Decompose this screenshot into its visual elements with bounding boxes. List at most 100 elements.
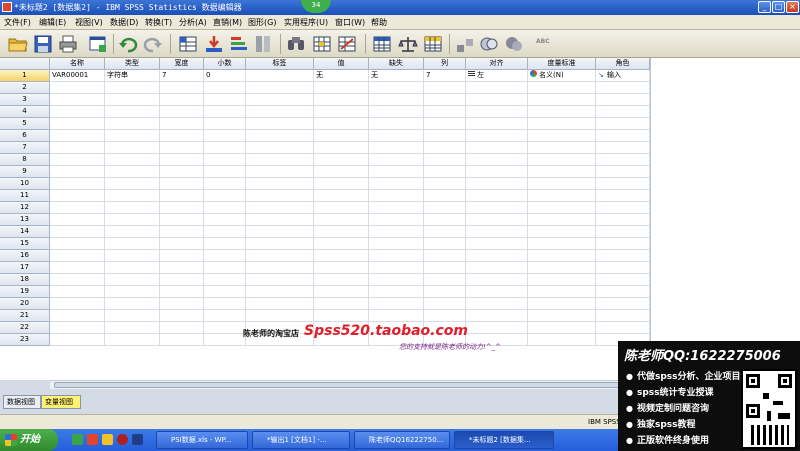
column-header[interactable]: 对齐 — [466, 58, 528, 70]
table-cell[interactable] — [204, 82, 246, 94]
table-cell[interactable] — [50, 130, 105, 142]
table-cell[interactable] — [466, 106, 528, 118]
table-cell[interactable] — [528, 250, 596, 262]
table-cell[interactable] — [314, 106, 369, 118]
table-cell[interactable] — [424, 298, 466, 310]
table-cell[interactable] — [596, 190, 650, 202]
table-cell[interactable] — [528, 82, 596, 94]
table-cell[interactable] — [105, 202, 160, 214]
table-cell[interactable] — [596, 106, 650, 118]
table-cell[interactable] — [528, 310, 596, 322]
table-cell[interactable] — [314, 310, 369, 322]
table-cell[interactable] — [369, 262, 424, 274]
table-cell[interactable] — [50, 154, 105, 166]
quicklaunch-icon[interactable] — [117, 434, 128, 445]
save-icon[interactable] — [33, 34, 53, 54]
table-cell[interactable] — [424, 226, 466, 238]
table-cell[interactable] — [314, 166, 369, 178]
open-folder-icon[interactable] — [8, 34, 28, 54]
table-cell[interactable] — [369, 106, 424, 118]
table-cell[interactable] — [528, 274, 596, 286]
table-cell[interactable] — [105, 250, 160, 262]
table-cell[interactable] — [50, 286, 105, 298]
table-cell[interactable] — [596, 142, 650, 154]
redo-icon[interactable] — [143, 34, 163, 54]
select-cases-icon[interactable] — [423, 34, 443, 54]
data-table-icon[interactable] — [372, 34, 392, 54]
table-cell[interactable] — [246, 118, 314, 130]
table-cell[interactable] — [314, 214, 369, 226]
table-cell[interactable] — [424, 118, 466, 130]
table-cell[interactable] — [424, 286, 466, 298]
tab-data-view[interactable]: 数据视图 — [3, 395, 41, 409]
maximize-button[interactable]: □ — [772, 1, 785, 13]
table-cell[interactable] — [466, 94, 528, 106]
table-cell[interactable] — [246, 202, 314, 214]
menu-file[interactable]: 文件(F) — [4, 17, 31, 28]
table-cell[interactable] — [160, 202, 204, 214]
table-cell[interactable] — [160, 334, 204, 346]
table-cell[interactable] — [466, 250, 528, 262]
table-cell[interactable] — [160, 130, 204, 142]
table-cell[interactable] — [466, 286, 528, 298]
table-cell[interactable] — [160, 82, 204, 94]
table-cell[interactable] — [596, 130, 650, 142]
row-header[interactable]: 7 — [0, 142, 50, 154]
table-cell[interactable] — [369, 130, 424, 142]
table-cell[interactable] — [160, 226, 204, 238]
table-cell[interactable] — [466, 322, 528, 334]
table-cell[interactable] — [160, 166, 204, 178]
table-cell[interactable] — [596, 238, 650, 250]
menu-direct-marketing[interactable]: 直销(M) — [213, 17, 242, 28]
row-header[interactable]: 11 — [0, 190, 50, 202]
menu-analyze[interactable]: 分析(A) — [179, 17, 207, 28]
table-cell[interactable] — [466, 130, 528, 142]
table-cell[interactable] — [369, 178, 424, 190]
minimize-button[interactable]: _ — [758, 1, 771, 13]
table-cell[interactable] — [596, 202, 650, 214]
table-cell[interactable] — [369, 286, 424, 298]
row-header[interactable]: 1 — [0, 70, 50, 82]
spss-app-icon[interactable] — [2, 2, 12, 12]
table-cell[interactable] — [246, 310, 314, 322]
table-cell[interactable] — [314, 238, 369, 250]
table-cell[interactable] — [204, 274, 246, 286]
weight-cases-icon[interactable] — [398, 34, 418, 54]
table-cell[interactable] — [160, 106, 204, 118]
row-header[interactable]: 19 — [0, 286, 50, 298]
row-header[interactable]: 8 — [0, 154, 50, 166]
table-cell[interactable] — [246, 298, 314, 310]
table-cell[interactable] — [466, 310, 528, 322]
table-cell[interactable] — [466, 202, 528, 214]
column-header[interactable]: 度量标准 — [528, 58, 596, 70]
table-cell[interactable] — [596, 166, 650, 178]
row-header[interactable]: 9 — [0, 166, 50, 178]
table-cell[interactable] — [160, 298, 204, 310]
table-cell[interactable] — [204, 142, 246, 154]
column-header[interactable]: 小数 — [204, 58, 246, 70]
table-cell[interactable] — [50, 202, 105, 214]
table-cell[interactable] — [50, 322, 105, 334]
table-cell[interactable]: 无 — [314, 70, 369, 82]
menu-graphs[interactable]: 图形(G) — [248, 17, 276, 28]
table-cell[interactable] — [528, 130, 596, 142]
table-cell[interactable] — [50, 238, 105, 250]
table-cell[interactable]: 左 — [466, 70, 528, 82]
table-cell[interactable] — [105, 238, 160, 250]
table-cell[interactable] — [50, 142, 105, 154]
table-cell[interactable] — [105, 214, 160, 226]
table-cell[interactable] — [596, 82, 650, 94]
table-cell[interactable] — [204, 322, 246, 334]
table-cell[interactable] — [204, 154, 246, 166]
table-cell[interactable] — [369, 190, 424, 202]
table-cell[interactable] — [50, 178, 105, 190]
table-cell[interactable] — [596, 178, 650, 190]
row-header[interactable]: 23 — [0, 334, 50, 346]
table-cell[interactable] — [105, 190, 160, 202]
table-cell[interactable] — [160, 178, 204, 190]
row-header[interactable]: 3 — [0, 94, 50, 106]
table-cell[interactable] — [160, 94, 204, 106]
table-cell[interactable] — [466, 238, 528, 250]
table-cell[interactable] — [50, 82, 105, 94]
table-cell[interactable] — [424, 310, 466, 322]
